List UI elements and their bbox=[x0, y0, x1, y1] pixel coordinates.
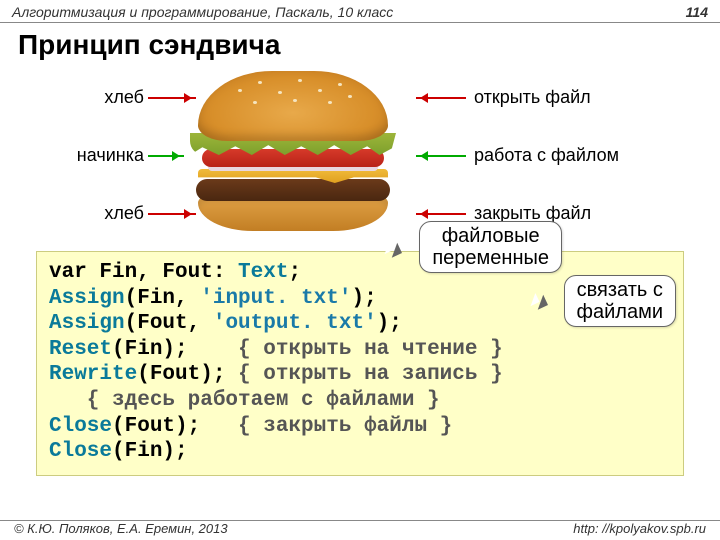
slide-title: Принцип сэндвича bbox=[0, 23, 720, 65]
label-work-file: работа с файлом bbox=[474, 145, 619, 166]
slide-footer: © К.Ю. Поляков, Е.А. Еремин, 2013 http: … bbox=[0, 520, 720, 536]
arrow-left-top bbox=[148, 97, 196, 99]
label-filling: начинка bbox=[48, 145, 144, 166]
label-bread-bot: хлеб bbox=[84, 203, 144, 224]
label-bread-top: хлеб bbox=[84, 87, 144, 108]
arrow-right-bot bbox=[416, 213, 466, 215]
arrow-right-mid bbox=[416, 155, 466, 157]
arrow-left-mid bbox=[148, 155, 184, 157]
slide-header: Алгоритмизация и программирование, Паска… bbox=[0, 0, 720, 23]
sandwich-image bbox=[168, 67, 418, 237]
arrow-right-top bbox=[416, 97, 466, 99]
fn-assign1: Assign bbox=[49, 287, 125, 310]
kw-var: var bbox=[49, 261, 87, 284]
fn-reset: Reset bbox=[49, 338, 112, 361]
copyright: © К.Ю. Поляков, Е.А. Еремин, 2013 bbox=[14, 521, 228, 536]
arrow-left-bot bbox=[148, 213, 196, 215]
callout-file-variables: файловые переменные bbox=[419, 221, 562, 273]
source-url: http: //kpolyakov.spb.ru bbox=[573, 521, 706, 536]
fn-close1: Close bbox=[49, 415, 112, 438]
label-open-file: открыть файл bbox=[474, 87, 591, 108]
callout-associate-files: связать с файлами bbox=[564, 275, 676, 327]
comment-work: { здесь работаем с файлами } bbox=[49, 389, 440, 412]
fn-assign2: Assign bbox=[49, 312, 125, 335]
fn-rewrite: Rewrite bbox=[49, 363, 137, 386]
sandwich-diagram: хлеб начинка хлеб открыть файл работа с … bbox=[18, 65, 702, 245]
fn-close2: Close bbox=[49, 440, 112, 463]
course-label: Алгоритмизация и программирование, Паска… bbox=[12, 4, 393, 20]
page-number: 114 bbox=[686, 4, 708, 20]
